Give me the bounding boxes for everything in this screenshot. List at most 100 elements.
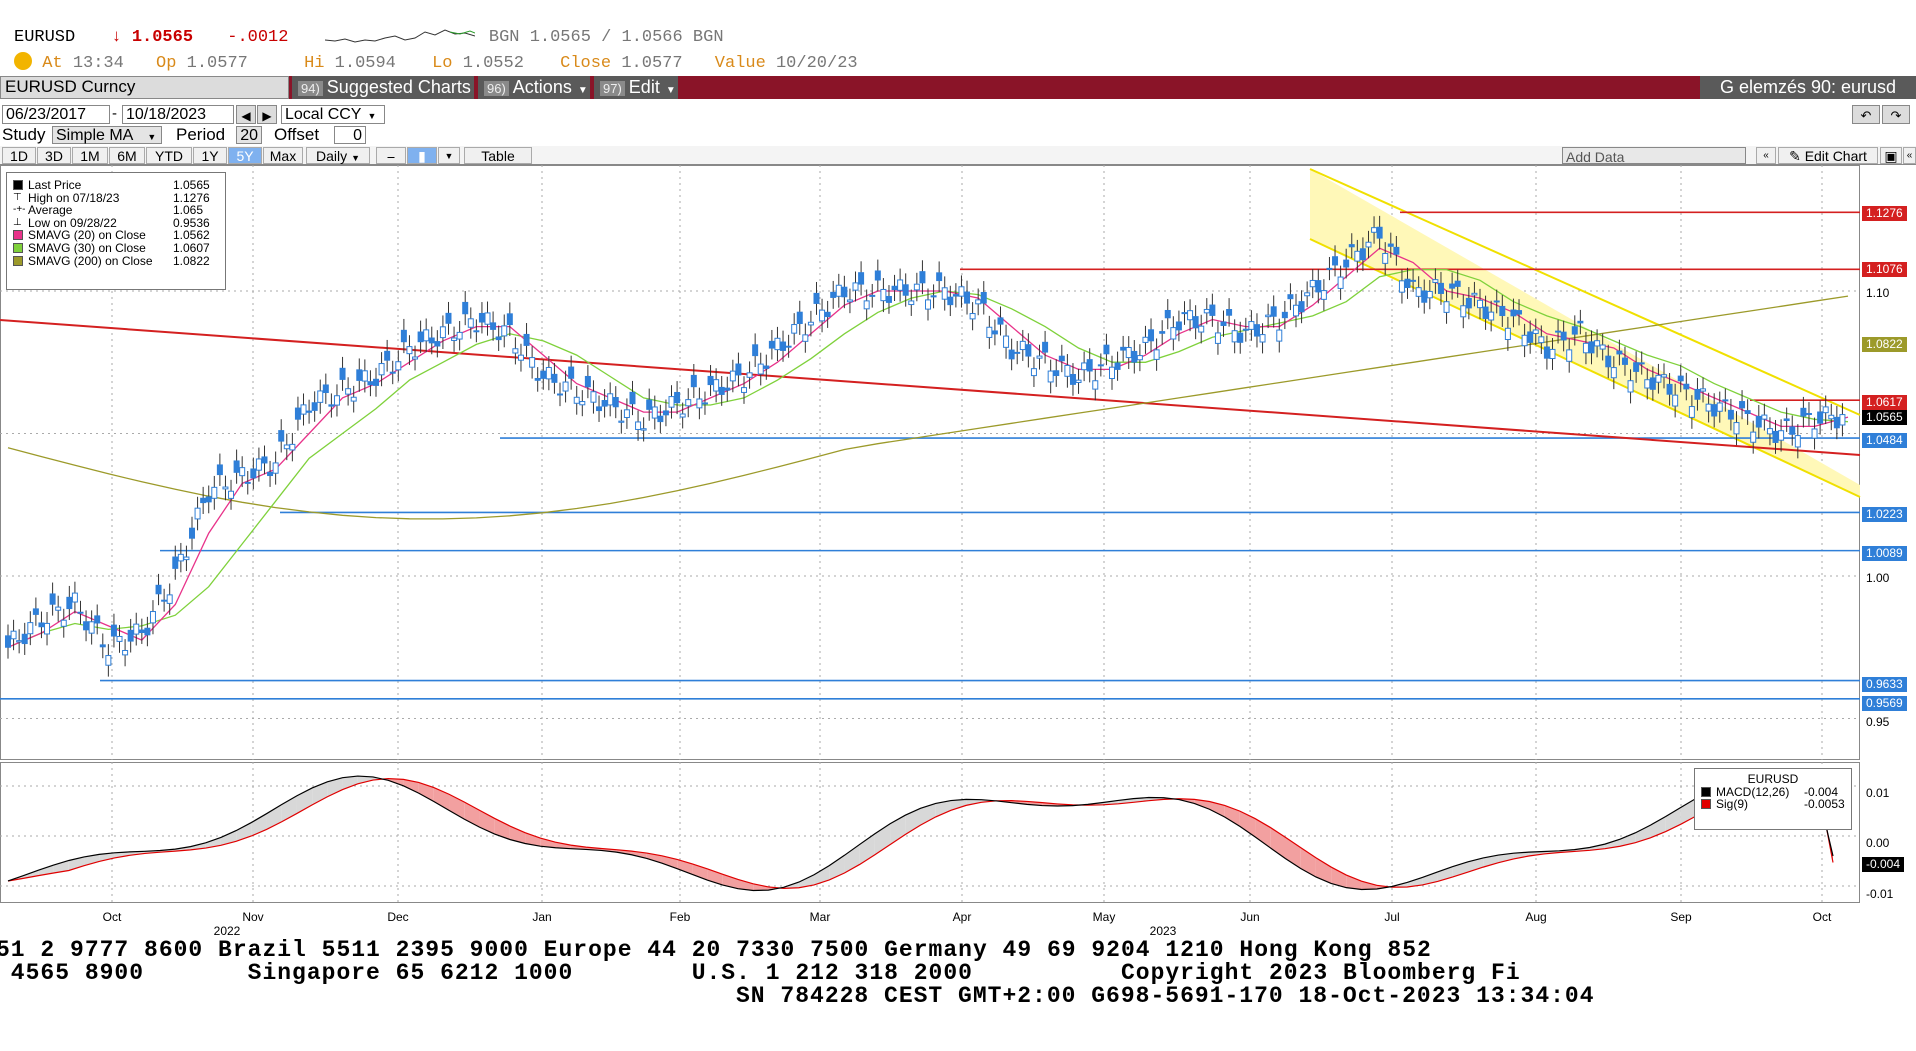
- period-field[interactable]: 20: [236, 126, 262, 144]
- candle: [194, 507, 201, 520]
- candle: [1538, 336, 1545, 344]
- end-date-field[interactable]: 10/18/2023: [122, 105, 234, 124]
- candle: [233, 460, 240, 473]
- candle: [1410, 279, 1417, 282]
- candle: [1783, 418, 1790, 422]
- candle: [774, 337, 781, 351]
- value-date: 10/20/23: [775, 54, 858, 73]
- candle: [919, 271, 926, 284]
- legend-swatch: [1701, 786, 1711, 797]
- period-1m-button[interactable]: 1M: [72, 147, 108, 164]
- legend-swatch: [13, 180, 23, 190]
- candle: [1482, 306, 1489, 319]
- collapse-right-icon[interactable]: «: [1903, 147, 1916, 164]
- candle: [1293, 304, 1299, 317]
- chart-legend[interactable]: Last Price 1.0565 ⊤ High on 07/18/23 1.1276…: [6, 172, 226, 290]
- period-ytd-button[interactable]: YTD: [146, 147, 192, 164]
- collapse-left-icon[interactable]: «: [1756, 147, 1776, 164]
- candle: [116, 635, 123, 642]
- candle: [1164, 309, 1171, 319]
- period-6m-button[interactable]: 6M: [109, 147, 145, 164]
- undo-icon[interactable]: ↶: [1852, 105, 1880, 124]
- frequency-select[interactable]: Daily ▼: [306, 147, 370, 164]
- candle: [32, 608, 39, 615]
- candle: [1532, 329, 1539, 334]
- table-button[interactable]: Table: [464, 147, 532, 164]
- edit-button[interactable]: 97) Edit ▼: [594, 76, 678, 99]
- candle: [222, 486, 229, 490]
- candle: [1393, 246, 1400, 255]
- candle: [1097, 364, 1104, 367]
- next-range-button[interactable]: ▶: [257, 105, 277, 124]
- candle: [1426, 290, 1433, 299]
- candle: [1739, 401, 1746, 409]
- candle: [1499, 305, 1506, 317]
- period-1d-button[interactable]: 1D: [2, 147, 36, 164]
- actions-button[interactable]: 96) Actions ▼: [478, 76, 590, 99]
- candle-chart-icon[interactable]: ▮: [407, 147, 437, 164]
- chart-settings-icon[interactable]: ▣: [1880, 147, 1902, 164]
- period-3d-button[interactable]: 3D: [37, 147, 71, 164]
- macd-legend-title: EURUSD: [1747, 772, 1799, 786]
- candle: [1471, 292, 1478, 296]
- legend-row-sma30: SMAVG (30) on Close 1.0607: [13, 242, 219, 255]
- period-max-button[interactable]: Max: [263, 147, 303, 164]
- candle: [1348, 244, 1355, 248]
- macd-tick-1: 0.01: [1866, 786, 1890, 800]
- macd-last-label: -0.004: [1862, 857, 1905, 872]
- month-label: Jun: [1240, 910, 1260, 924]
- high-marker-icon: ⊤: [13, 191, 22, 203]
- candle: [110, 624, 117, 637]
- prev-range-button[interactable]: ◀: [236, 105, 256, 124]
- offset-field[interactable]: 0: [334, 126, 366, 144]
- candle: [512, 348, 519, 354]
- chart-type-dropdown-icon[interactable]: ▼: [438, 147, 460, 164]
- macd-chart[interactable]: [0, 762, 1916, 910]
- candle: [166, 594, 173, 604]
- study-select[interactable]: Simple MA ▼: [52, 126, 162, 144]
- security-field[interactable]: EURUSD Curncy: [0, 76, 289, 99]
- candle: [105, 655, 112, 666]
- candle: [1449, 283, 1456, 289]
- candle: [506, 313, 513, 326]
- candle: [1214, 332, 1221, 344]
- candle: [517, 354, 524, 361]
- candle: [1371, 227, 1378, 233]
- add-data-field[interactable]: Add Data: [1562, 147, 1746, 165]
- edit-chart-button[interactable]: ✎ Edit Chart: [1778, 147, 1878, 164]
- candle: [1549, 348, 1556, 360]
- candle: [1828, 414, 1835, 420]
- candle: [729, 370, 736, 382]
- line-chart-icon[interactable]: ⎯: [376, 147, 406, 164]
- candle: [1042, 341, 1049, 353]
- period-5y-button[interactable]: 5Y: [228, 147, 262, 164]
- suggested-charts-button[interactable]: 94) Suggested Charts: [292, 76, 474, 99]
- candle: [713, 379, 720, 392]
- candle: [211, 486, 218, 499]
- price-chart[interactable]: [0, 165, 1916, 760]
- alert-icon[interactable]: [14, 52, 32, 70]
- macd-legend[interactable]: EURUSD MACD(12,26) -0.004 Sig(9) -0.0053: [1694, 768, 1852, 830]
- candle: [964, 291, 971, 304]
- candle: [127, 629, 134, 642]
- candle: [1516, 310, 1523, 315]
- candle: [1075, 379, 1082, 383]
- candle: [1694, 388, 1701, 400]
- candle: [1661, 374, 1667, 378]
- candle: [1560, 331, 1567, 341]
- period-1y-button[interactable]: 1Y: [193, 147, 227, 164]
- candle: [1688, 406, 1695, 418]
- candle: [997, 317, 1004, 325]
- candle: [651, 406, 658, 419]
- chart-title[interactable]: G elemzés 90: eurusd: [1700, 76, 1916, 99]
- macd-tick-3: -0.01: [1866, 887, 1894, 901]
- redo-icon[interactable]: ↷: [1882, 105, 1910, 124]
- month-label: Nov: [242, 910, 264, 924]
- candle: [880, 288, 887, 302]
- currency-select[interactable]: Local CCY ▼: [281, 105, 385, 124]
- plot-frame: [0, 165, 1860, 760]
- candle: [1811, 428, 1818, 439]
- high-price: 1.0594: [334, 54, 396, 73]
- month-label: Sep: [1670, 910, 1692, 924]
- start-date-field[interactable]: 06/23/2017: [2, 105, 110, 124]
